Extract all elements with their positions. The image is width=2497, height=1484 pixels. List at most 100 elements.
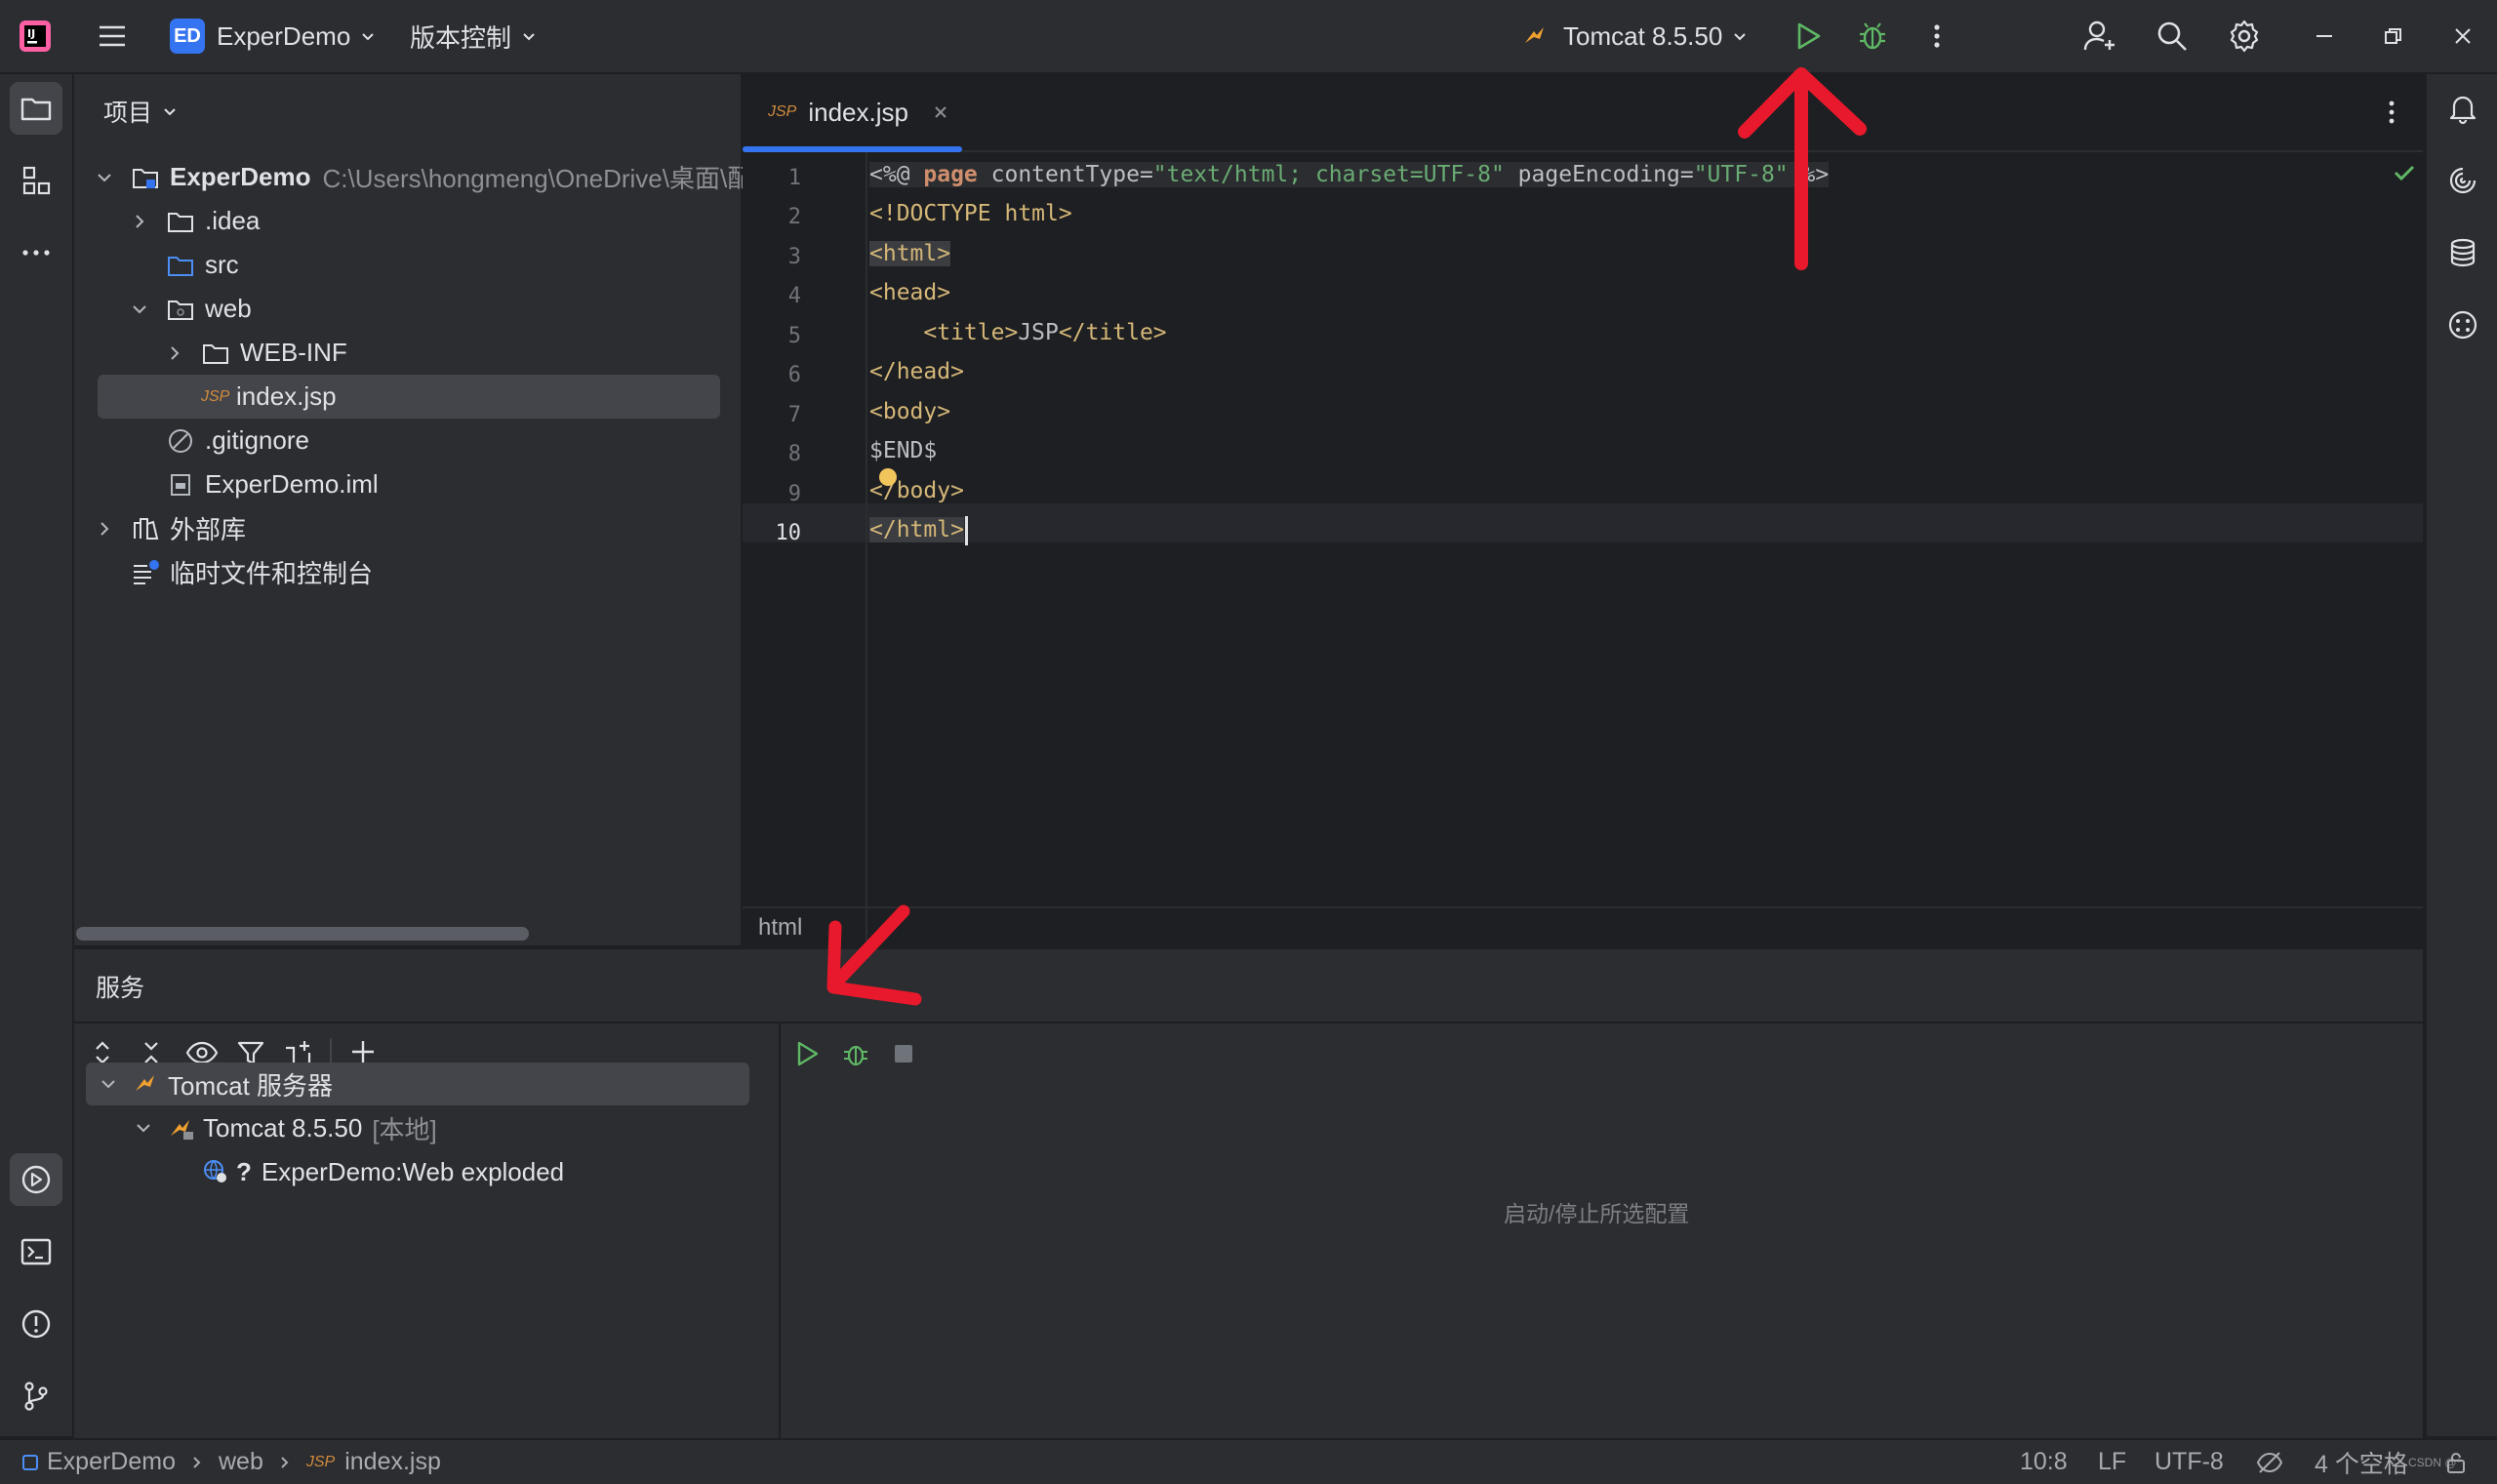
search-icon — [2157, 21, 2187, 51]
status-crumb-file[interactable]: index.jsp — [344, 1448, 441, 1476]
service-item-tomcat-servers[interactable]: Tomcat 服务器 — [86, 1063, 749, 1105]
more-tools-button[interactable] — [10, 226, 62, 279]
restore-button[interactable] — [2381, 0, 2404, 72]
git-tool-button[interactable] — [10, 1370, 62, 1423]
tree-item-external-libs[interactable]: 外部库 — [96, 506, 246, 550]
line-number: 4 — [787, 284, 801, 308]
artifact-icon — [204, 1160, 226, 1183]
stop-icon[interactable] — [890, 1040, 917, 1067]
chevron-right-icon — [136, 214, 144, 228]
status-crumb-project[interactable]: ExperDemo — [47, 1448, 176, 1476]
tree-label: index.jsp — [236, 381, 337, 411]
code-line-10: </html> — [869, 517, 964, 542]
run-icon[interactable] — [792, 1039, 822, 1068]
bug-icon[interactable] — [841, 1039, 870, 1068]
chevron-down-icon — [523, 33, 535, 41]
code-line-7: <body> — [869, 399, 951, 424]
line-number: 3 — [787, 245, 801, 269]
service-item-artifact[interactable]: ? ExperDemo:Web exploded — [201, 1150, 564, 1193]
vcs-menu[interactable]: 版本控制 — [410, 0, 537, 72]
no-problems-check-icon[interactable] — [2392, 160, 2417, 185]
cursor-position[interactable]: 10:8 — [2020, 1440, 2068, 1484]
code-area[interactable]: <%@ page contentType="text/html; charset… — [869, 152, 2411, 903]
lock-icon[interactable] — [2444, 1440, 2468, 1484]
editor-tab-options-button[interactable] — [2377, 98, 2406, 127]
services-tool-button[interactable] — [10, 1153, 62, 1206]
horizontal-scrollbar[interactable] — [76, 927, 529, 941]
project-panel: 项目 ExperDemo C:\Users\hongmeng\OneDrive\… — [74, 74, 752, 945]
close-window-button[interactable] — [2451, 0, 2475, 72]
settings-button[interactable] — [2227, 0, 2262, 72]
close-icon[interactable] — [932, 103, 949, 121]
more-actions-button[interactable] — [1922, 0, 1952, 72]
tree-label: src — [205, 250, 239, 279]
service-item-tomcat-8550[interactable]: Tomcat 8.5.50 [本地] — [135, 1106, 437, 1149]
folder-icon — [20, 98, 52, 121]
notifications-button[interactable] — [2437, 82, 2489, 135]
tree-item-idea[interactable]: .idea — [131, 199, 260, 243]
code-line-2: <!DOCTYPE html> — [869, 201, 1072, 226]
line-number-current: 10 — [775, 521, 802, 545]
line-separator[interactable]: LF — [2098, 1440, 2126, 1484]
editor-breadcrumb-html[interactable]: html — [758, 914, 802, 942]
ignore-file-icon — [169, 428, 192, 453]
tab-index-jsp[interactable]: JSP index.jsp — [743, 74, 962, 152]
tree-item-web[interactable]: web — [131, 287, 252, 331]
tree-item-index-jsp[interactable]: JSP index.jsp — [98, 375, 720, 419]
code-line-6: </head> — [869, 359, 964, 384]
services-icon — [21, 1165, 51, 1194]
structure-icon — [22, 166, 51, 195]
problems-tool-button[interactable] — [10, 1298, 62, 1350]
database-icon — [2450, 238, 2476, 267]
tree-item-iml[interactable]: ExperDemo.iml — [166, 462, 379, 506]
services-empty-hint: 启动/停止所选配置 — [1504, 1201, 1690, 1226]
svg-text:IJ: IJ — [27, 27, 35, 40]
smiley-icon — [2448, 310, 2477, 340]
tree-item-experdemo[interactable]: ExperDemo C:\Users\hongmeng\OneDrive\桌面\… — [96, 155, 752, 199]
lightbulb-icon[interactable] — [879, 468, 897, 486]
annotation-arrow-up-icon — [1738, 67, 1867, 270]
more-vertical-icon — [2389, 100, 2395, 124]
tab-label: index.jsp — [808, 97, 908, 127]
tomcat-icon — [136, 1075, 154, 1091]
tree-item-gitignore[interactable]: .gitignore — [166, 419, 309, 462]
structure-tool-button[interactable] — [10, 154, 62, 207]
project-tool-button[interactable] — [10, 82, 62, 135]
web-folder-icon — [168, 300, 193, 320]
tree-label: ExperDemo — [170, 162, 311, 191]
indent-setting[interactable]: 4 个空格 — [2315, 1440, 2408, 1484]
tree-item-web-inf[interactable]: WEB-INF — [166, 331, 347, 375]
terminal-tool-button[interactable] — [10, 1225, 62, 1278]
chevron-right-icon — [281, 1456, 289, 1468]
jsp-file-icon: JSP — [768, 103, 797, 120]
project-panel-header[interactable]: 项目 — [103, 94, 178, 129]
more-horizontal-icon — [22, 250, 50, 256]
chevron-down-icon — [98, 173, 111, 181]
run-config-selector[interactable]: Tomcat 8.5.50 — [1522, 0, 1748, 72]
chevron-right-icon — [101, 521, 109, 536]
code-with-me-button[interactable] — [2082, 0, 2117, 72]
line-number: 6 — [787, 363, 801, 387]
tree-label: .gitignore — [205, 425, 309, 455]
run-icon — [1797, 22, 1821, 50]
plugin-button[interactable] — [2437, 299, 2489, 351]
ai-assistant-button[interactable] — [2437, 154, 2489, 207]
minimize-icon — [2316, 35, 2332, 37]
database-button[interactable] — [2437, 226, 2489, 279]
status-crumb-web[interactable]: web — [219, 1448, 263, 1476]
tree-label: 外部库 — [170, 515, 247, 544]
tree-item-src[interactable]: src — [166, 243, 239, 287]
search-button[interactable] — [2155, 0, 2190, 72]
file-encoding[interactable]: UTF-8 — [2155, 1440, 2224, 1484]
navigation-breadcrumbs: ExperDemo web JSP index.jsp — [21, 1440, 441, 1484]
readonly-toggle[interactable] — [2256, 1440, 2283, 1484]
line-number-gutter: 1 2 3 4 5 6 7 8 9 10 — [743, 152, 867, 980]
main-menu-button[interactable] — [96, 0, 129, 72]
chevron-down-icon — [164, 108, 176, 116]
project-switcher[interactable]: ED ExperDemo — [170, 0, 376, 72]
restore-icon — [2385, 28, 2401, 44]
minimize-button[interactable] — [2313, 0, 2336, 72]
code-line-1: <%@ page contentType="text/html; charset… — [869, 162, 1830, 187]
app-logo-icon: IJ — [18, 0, 53, 72]
tree-item-scratches[interactable]: 临时文件和控制台 — [131, 550, 373, 594]
